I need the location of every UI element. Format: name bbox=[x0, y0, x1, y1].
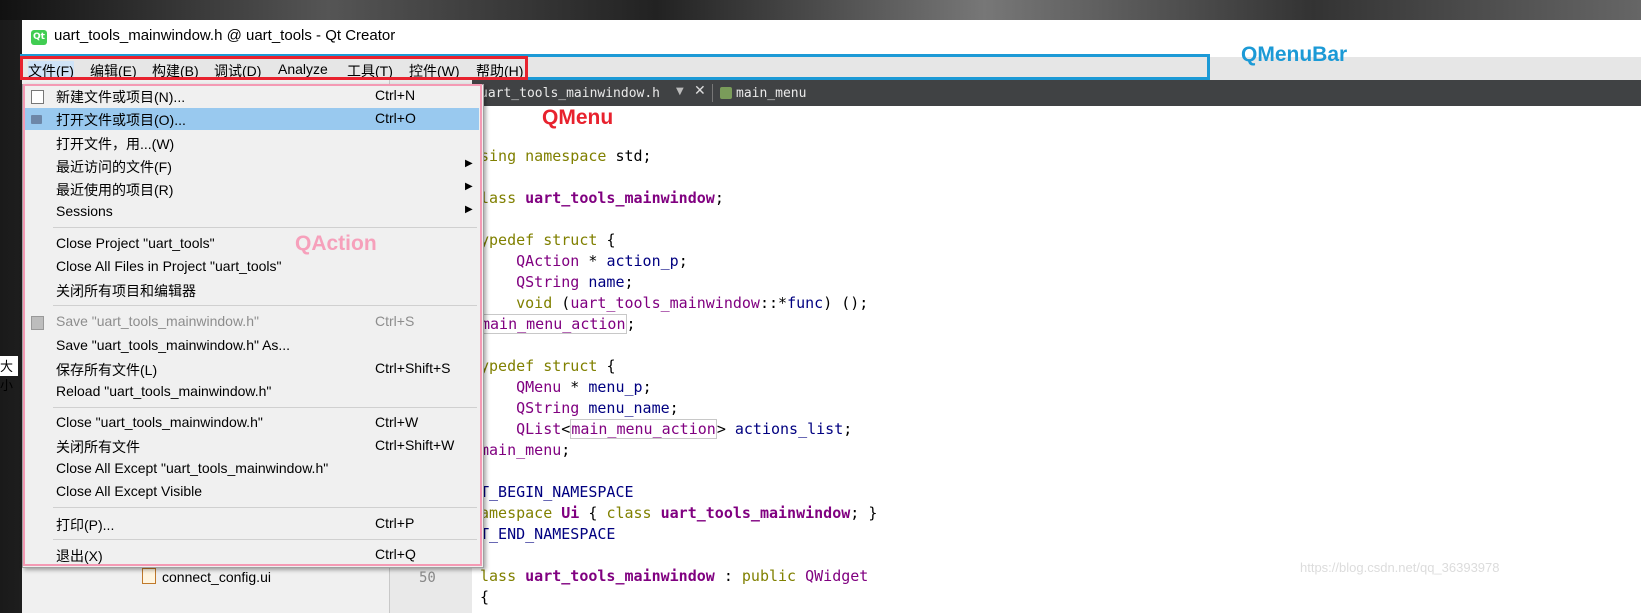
code-line: QMenu * menu_p; bbox=[516, 378, 652, 396]
code-line: QString name; bbox=[516, 273, 634, 291]
code-line: lass uart_tools_mainwindow; bbox=[480, 189, 724, 207]
qmenubar-annotation-label: QMenuBar bbox=[1241, 43, 1348, 66]
code-editor[interactable]: sing namespace std; lass uart_tools_main… bbox=[472, 106, 1641, 613]
code-line: amespace Ui { class uart_tools_mainwindo… bbox=[480, 504, 878, 522]
close-icon[interactable]: ✕ bbox=[694, 83, 706, 99]
watermark: https://blog.csdn.net/qq_36393978 bbox=[1300, 560, 1500, 575]
qt-logo-icon: Qt bbox=[31, 30, 47, 45]
title-bar: Qt uart_tools_mainwindow.h @ uart_tools … bbox=[22, 20, 1641, 56]
code-line: QAction * action_p; bbox=[516, 252, 688, 270]
code-line: main_menu; bbox=[480, 441, 571, 459]
chevron-down-icon[interactable]: ▼ bbox=[676, 86, 684, 97]
line-number: 50 bbox=[419, 570, 436, 586]
editor-toolbar: uart_tools_mainwindow.h ▼ ✕ main_menu bbox=[472, 80, 1641, 106]
code-line: ypedef struct { bbox=[480, 231, 616, 249]
symbol-icon bbox=[720, 87, 732, 99]
menubar-items-annotation-box bbox=[20, 56, 528, 80]
code-line: lass uart_tools_mainwindow : public QWid… bbox=[480, 567, 869, 585]
code-line: QList<main_menu_action> actions_list; bbox=[516, 419, 853, 439]
project-file-item[interactable]: connect_config.ui bbox=[142, 568, 271, 585]
qmenu-annotation-box bbox=[23, 84, 482, 566]
code-line: main_menu_action; bbox=[480, 314, 636, 334]
window-title: uart_tools_mainwindow.h @ uart_tools - Q… bbox=[54, 27, 396, 44]
code-line: { bbox=[480, 588, 490, 606]
project-file-label: connect_config.ui bbox=[162, 569, 271, 585]
qmenu-annotation-label: QMenu bbox=[542, 106, 614, 129]
code-line: T_END_NAMESPACE bbox=[480, 525, 616, 543]
background-window-fragment: 大小 bbox=[0, 356, 18, 393]
ui-file-icon bbox=[142, 568, 156, 584]
qaction-annotation-label: QAction bbox=[295, 232, 377, 255]
toolbar-divider bbox=[712, 84, 713, 102]
code-line: QString menu_name; bbox=[516, 399, 679, 417]
code-line: T_BEGIN_NAMESPACE bbox=[480, 483, 634, 501]
code-line: sing namespace std; bbox=[480, 147, 652, 165]
symbol-selector[interactable]: main_menu bbox=[736, 86, 806, 101]
code-line: ypedef struct { bbox=[480, 357, 616, 375]
desktop-top-strip bbox=[0, 0, 1641, 20]
code-line: void (uart_tools_mainwindow::*func) (); bbox=[516, 294, 869, 312]
open-document-selector[interactable]: uart_tools_mainwindow.h bbox=[480, 86, 660, 101]
